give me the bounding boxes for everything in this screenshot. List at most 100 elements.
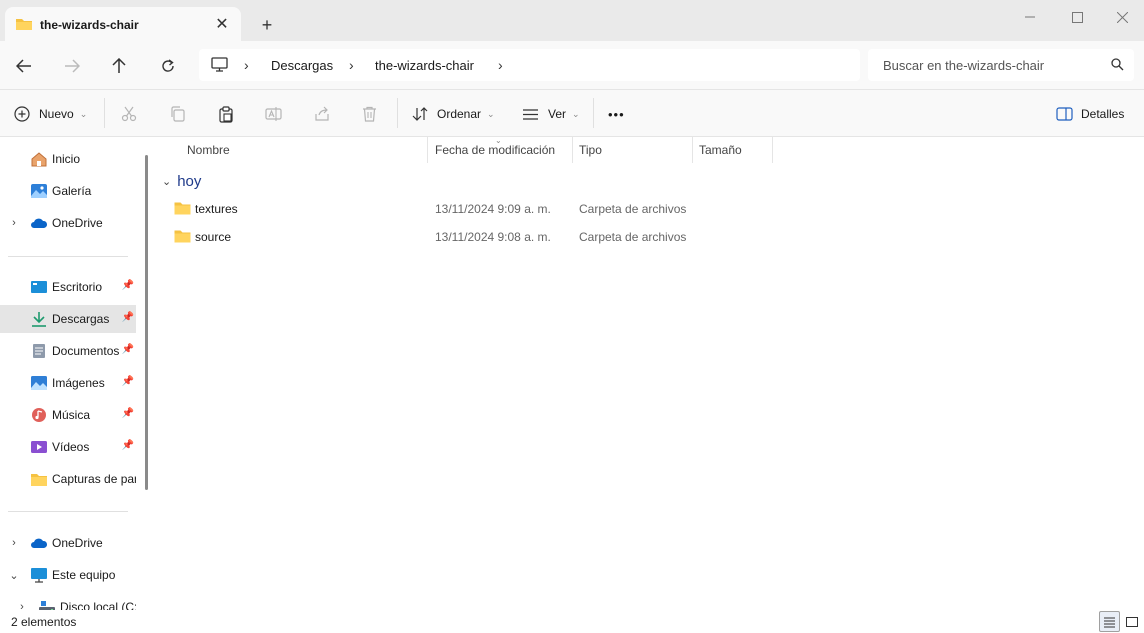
sidebar-item-onedrive-2[interactable]: › OneDrive (0, 529, 136, 557)
tiles-view-button[interactable] (1121, 611, 1142, 632)
forward-button[interactable] (59, 53, 85, 79)
column-header-name[interactable]: Nombre (180, 137, 428, 163)
desktop-icon (30, 279, 48, 295)
sort-button[interactable]: Ordenar ⌄ (412, 102, 495, 126)
chevron-right-icon[interactable]: › (8, 217, 20, 229)
breadcrumb-current[interactable]: the-wizards-chair (375, 58, 474, 73)
sidebar-item-videos[interactable]: Vídeos 📌 (0, 433, 136, 461)
sidebar-item-inicio[interactable]: Inicio (0, 145, 136, 173)
more-options-button[interactable]: ••• (608, 102, 625, 126)
sidebar-item-capturas[interactable]: Capturas de pantalla (0, 465, 136, 493)
new-label: Nuevo (39, 107, 74, 121)
close-window-button[interactable] (1102, 4, 1142, 30)
new-button[interactable]: Nuevo ⌄ (14, 102, 87, 126)
back-button[interactable] (11, 53, 37, 79)
pin-icon[interactable]: 📌 (122, 376, 134, 387)
search-icon[interactable] (1111, 58, 1124, 74)
file-row[interactable]: textures 13/11/2024 9:09 a. m. Carpeta d… (153, 195, 773, 223)
file-name: source (195, 230, 232, 244)
sidebar-item-galeria[interactable]: Galería (0, 177, 136, 205)
view-button[interactable]: Ver ⌄ (522, 102, 580, 126)
close-tab-icon[interactable]: ✕ (211, 13, 233, 35)
sidebar-item-este-equipo[interactable]: ⌄ Este equipo (0, 561, 136, 589)
title-bar: the-wizards-chair ✕ + (0, 0, 1144, 41)
cut-button[interactable] (121, 102, 137, 126)
sidebar-item-descargas[interactable]: Descargas 📌 (0, 305, 136, 333)
onedrive-icon (30, 215, 48, 231)
sidebar-divider (8, 256, 128, 257)
item-count: 2 elementos (11, 615, 77, 629)
file-row[interactable]: source 13/11/2024 9:08 a. m. Carpeta de … (153, 223, 773, 251)
file-type: Carpeta de archivos (579, 202, 687, 216)
pin-icon[interactable]: 📌 (122, 280, 134, 291)
sidebar-item-musica[interactable]: Música 📌 (0, 401, 136, 429)
chevron-right-icon[interactable]: › (498, 57, 503, 73)
file-type: Carpeta de archivos (579, 230, 687, 244)
column-header-type[interactable]: Tipo (572, 137, 693, 163)
sidebar-item-escritorio[interactable]: Escritorio 📌 (0, 273, 136, 301)
group-header-hoy[interactable]: ⌄ hoy (162, 173, 201, 190)
pin-icon[interactable]: 📌 (122, 408, 134, 419)
sidebar-item-label: Este equipo (52, 568, 116, 582)
this-pc-icon (211, 57, 228, 75)
command-bar: Nuevo ⌄ Ordenar ⌄ Ver ⌄ ••• Detalles (0, 90, 1144, 137)
view-label: Ver (548, 107, 567, 121)
copy-icon (171, 106, 185, 122)
details-view-icon (1104, 617, 1115, 627)
clipboard-icon (219, 105, 233, 123)
up-button[interactable] (106, 53, 132, 79)
pictures-icon (30, 375, 48, 391)
rename-icon (265, 107, 282, 121)
sidebar-item-label: Galería (52, 184, 92, 198)
sidebar-item-label: OneDrive (52, 216, 103, 230)
maximize-button[interactable] (1057, 4, 1097, 30)
search-box[interactable] (868, 49, 1134, 81)
pin-icon[interactable]: 📌 (122, 440, 134, 451)
rename-button[interactable] (265, 102, 282, 126)
column-header-label: Tamaño (699, 143, 742, 157)
refresh-button[interactable] (155, 53, 181, 79)
file-date: 13/11/2024 9:09 a. m. (435, 202, 551, 216)
chevron-right-icon[interactable]: › (8, 537, 20, 549)
file-list: Nombre ⌄ Fecha de modificación Tipo Tama… (153, 136, 1144, 610)
column-header-date[interactable]: Fecha de modificación (428, 137, 573, 163)
new-tab-button[interactable]: + (256, 14, 278, 36)
search-input[interactable] (868, 49, 1104, 81)
tab-the-wizards-chair[interactable]: the-wizards-chair ✕ (5, 7, 241, 41)
folder-icon (15, 17, 33, 34)
chevron-right-icon[interactable]: › (349, 57, 354, 73)
details-view-button[interactable] (1099, 611, 1120, 632)
paste-button[interactable] (218, 102, 234, 126)
view-list-icon (523, 108, 538, 120)
chevron-down-icon[interactable]: ⌄ (8, 569, 20, 582)
column-header-size[interactable]: Tamaño (692, 137, 773, 163)
sidebar-item-documentos[interactable]: Documentos 📌 (0, 337, 136, 365)
pin-icon[interactable]: 📌 (122, 312, 134, 323)
file-date: 13/11/2024 9:08 a. m. (435, 230, 551, 244)
copy-button[interactable] (170, 102, 186, 126)
sidebar-scrollbar[interactable] (145, 155, 148, 490)
share-button[interactable] (314, 102, 330, 126)
scissors-icon (121, 106, 137, 122)
details-button[interactable]: Detalles (1056, 102, 1124, 126)
pin-icon[interactable]: 📌 (122, 344, 134, 355)
plus-circle-icon (14, 106, 30, 122)
sidebar-item-imagenes[interactable]: Imágenes 📌 (0, 369, 136, 397)
delete-button[interactable] (362, 102, 377, 126)
breadcrumb[interactable]: › Descargas › the-wizards-chair › (199, 49, 860, 81)
minimize-button[interactable] (1010, 4, 1050, 30)
sidebar-item-label: Inicio (52, 152, 81, 166)
share-icon (315, 106, 329, 121)
sort-icon (412, 107, 428, 121)
chevron-down-icon[interactable]: ⌄ (162, 175, 171, 188)
folder-icon (30, 471, 48, 487)
sidebar-item-label: OneDrive (52, 536, 103, 550)
sidebar-item-onedrive[interactable]: › OneDrive (0, 209, 136, 237)
details-label: Detalles (1081, 107, 1125, 121)
chevron-right-icon[interactable]: › (244, 57, 249, 73)
sidebar-item-label: Capturas de pantalla (52, 472, 136, 486)
documents-icon (30, 343, 48, 359)
column-header-label: Fecha de modificación (435, 143, 556, 157)
sidebar-divider (8, 511, 128, 512)
breadcrumb-descargas[interactable]: Descargas (271, 58, 333, 73)
